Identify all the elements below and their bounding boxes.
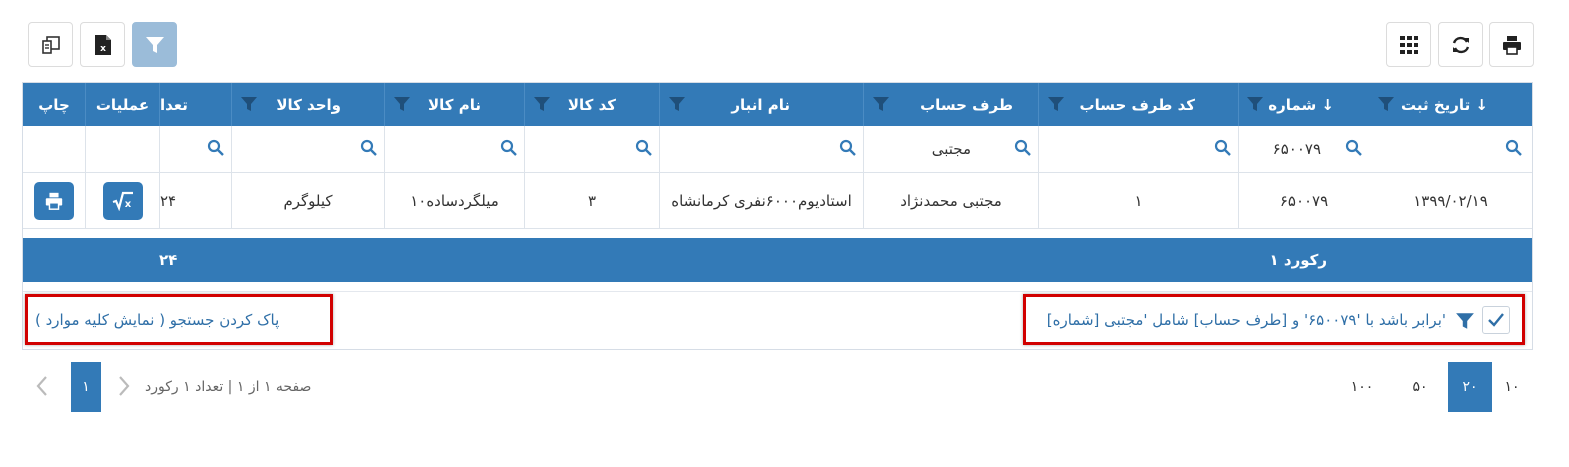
column-chooser-button[interactable] xyxy=(28,22,73,67)
column-filter-icon[interactable] xyxy=(1377,95,1395,113)
search-cell-item-code[interactable] xyxy=(524,126,659,172)
page-size-20[interactable]: ۲۰ xyxy=(1448,362,1492,412)
checkmark-icon xyxy=(1488,313,1504,327)
pager-info: صفحه ۱ از ۱ | تعداد ۱ رکورد xyxy=(145,379,312,395)
grid-header: تاریخ ثبت ↓ شماره ↓ کد طرف حساب طرف حساب… xyxy=(23,83,1532,126)
table-row[interactable]: ۱۳۹۹/۰۲/۱۹ ۶۵۰۰۷۹ ۱ مجتبی محمدنژاد استاد… xyxy=(23,173,1532,229)
search-cell-date[interactable] xyxy=(1369,126,1532,172)
print-button[interactable] xyxy=(1489,22,1534,67)
search-icon xyxy=(1345,139,1362,156)
print-icon xyxy=(45,192,63,210)
cell-account: مجتبی محمدنژاد xyxy=(863,173,1038,228)
cell-qty: ۲۴ xyxy=(159,173,231,228)
filter-expression[interactable]: [شماره] برابر باشد با '۶۵۰۰۷۹' و [طرف حس… xyxy=(1047,297,1446,342)
search-cell-account[interactable]: مجتبی xyxy=(863,126,1038,172)
search-row: ۶۵۰۰۷۹ مجتبی xyxy=(23,126,1532,173)
search-cell-account-code[interactable] xyxy=(1038,126,1238,172)
qty-total: ۲۴ xyxy=(159,251,178,269)
grid-icon xyxy=(1399,35,1418,54)
cell-unit: کیلوگرم xyxy=(231,173,384,228)
search-cell-item-name[interactable] xyxy=(384,126,524,172)
cell-number: ۶۵۰۰۷۹ xyxy=(1238,173,1369,228)
active-filter-box: [شماره] برابر باشد با '۶۵۰۰۷۹' و [طرف حس… xyxy=(1023,294,1525,345)
column-filter-icon[interactable] xyxy=(240,95,258,113)
column-filter-icon[interactable] xyxy=(1047,95,1065,113)
refresh-button[interactable] xyxy=(1438,22,1483,67)
record-count: ۱ رکورد xyxy=(1269,251,1328,269)
column-filter-icon[interactable] xyxy=(393,95,411,113)
filter-enable-checkbox[interactable] xyxy=(1482,306,1510,334)
column-filter-icon[interactable] xyxy=(533,95,551,113)
column-filter-icon[interactable] xyxy=(668,95,686,113)
cell-date: ۱۳۹۹/۰۲/۱۹ xyxy=(1413,191,1488,210)
column-filter-icon[interactable] xyxy=(1246,95,1264,113)
formula-icon: x xyxy=(112,191,133,211)
header-item-name[interactable]: نام کالا xyxy=(384,83,524,126)
search-cell-qty[interactable] xyxy=(159,126,231,172)
column-chooser-icon xyxy=(41,35,60,54)
filter-icon xyxy=(145,36,164,53)
grid-summary-row: ۱ رکورد ۲۴ xyxy=(23,238,1532,282)
header-qty[interactable]: تعدا xyxy=(159,83,231,126)
print-icon xyxy=(1502,35,1521,55)
cell-warehouse: استادیوم۶۰۰۰نفری کرمانشاه xyxy=(659,173,863,228)
excel-export-icon: x xyxy=(94,34,111,55)
search-cell-ops xyxy=(85,126,159,172)
search-icon xyxy=(360,139,377,156)
search-icon xyxy=(500,139,517,156)
header-account-code[interactable]: کد طرف حساب xyxy=(1038,83,1238,126)
header-account[interactable]: طرف حساب xyxy=(863,83,1038,126)
header-unit[interactable]: واحد کالا xyxy=(231,83,384,126)
formula-button[interactable]: x xyxy=(102,181,143,220)
search-icon xyxy=(635,139,652,156)
search-icon xyxy=(839,139,856,156)
chevron-left-icon[interactable] xyxy=(34,375,50,397)
cell-item-name: میلگردساده۱۰ xyxy=(384,173,524,228)
row-print-button[interactable] xyxy=(34,181,74,220)
cell-item-code: ۳ xyxy=(524,173,659,228)
header-date[interactable]: تاریخ ثبت ↓ xyxy=(1369,83,1532,126)
header-ops: عملیات xyxy=(85,83,159,126)
page-size-50[interactable]: ۵۰ xyxy=(1402,362,1438,412)
search-icon xyxy=(207,139,224,156)
header-item-code[interactable]: کد کالا xyxy=(524,83,659,126)
svg-text:x: x xyxy=(124,199,131,210)
column-filter-icon[interactable] xyxy=(872,95,890,113)
search-cell-print xyxy=(23,126,85,172)
header-print: چاپ xyxy=(38,95,70,114)
filter-icon xyxy=(1456,313,1474,329)
search-value-number: ۶۵۰۰۷۹ xyxy=(1272,140,1321,158)
search-icon xyxy=(1505,139,1522,156)
cell-account-code: ۱ xyxy=(1038,173,1238,228)
chevron-right-icon[interactable] xyxy=(116,375,132,397)
search-value-account: مجتبی xyxy=(931,140,971,158)
page-button-current[interactable]: ۱ xyxy=(71,362,101,412)
search-icon xyxy=(1014,139,1031,156)
filter-toggle-button[interactable] xyxy=(132,22,177,67)
clear-filter-box: پاک کردن جستجو ( نمایش کلیه موارد ) xyxy=(25,294,333,345)
refresh-icon xyxy=(1452,36,1469,53)
grid-layout-button[interactable] xyxy=(1386,22,1431,67)
page-size-100[interactable]: ۱۰۰ xyxy=(1344,362,1380,412)
excel-export-button[interactable]: x xyxy=(80,22,125,67)
cell-print xyxy=(23,173,85,228)
page-size-10[interactable]: ۱۰ xyxy=(1496,362,1528,412)
clear-search-link[interactable]: پاک کردن جستجو ( نمایش کلیه موارد ) xyxy=(35,297,279,342)
search-icon xyxy=(1214,139,1231,156)
cell-ops: x xyxy=(85,173,159,228)
svg-text:x: x xyxy=(100,44,106,54)
search-cell-number[interactable]: ۶۵۰۰۷۹ xyxy=(1238,126,1369,172)
search-cell-unit[interactable] xyxy=(231,126,384,172)
header-number[interactable]: شماره ↓ xyxy=(1238,83,1369,126)
header-warehouse[interactable]: نام انبار xyxy=(659,83,863,126)
search-cell-warehouse[interactable] xyxy=(659,126,863,172)
